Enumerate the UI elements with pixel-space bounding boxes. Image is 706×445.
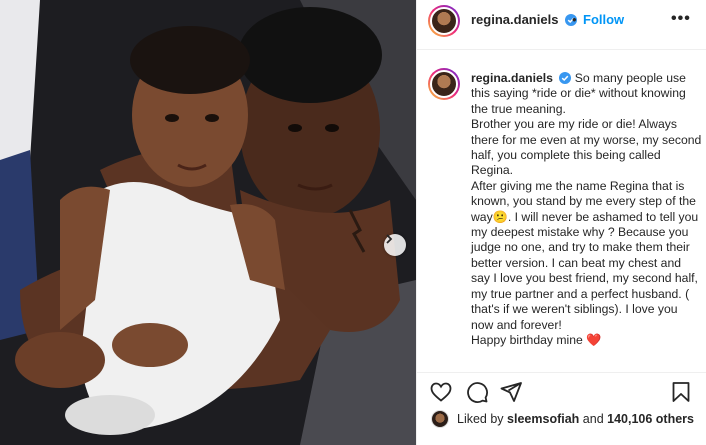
comment-icon[interactable] — [465, 380, 489, 404]
separator-dot: • — [572, 12, 577, 27]
caption-paragraph: Brother you are my ride or die! Always t… — [471, 117, 702, 178]
photo-illustration — [0, 0, 416, 445]
caption-text: regina.daniels So many people use this s… — [471, 71, 703, 348]
bookmark-icon[interactable] — [669, 380, 693, 404]
header-username[interactable]: regina.daniels — [471, 12, 558, 27]
likes-count[interactable]: 140,106 others — [607, 412, 694, 426]
likes-conjunction: and — [582, 412, 604, 426]
caption-username[interactable]: regina.daniels — [471, 71, 553, 85]
post-side-panel: regina.daniels • Follow ••• regina.danie… — [416, 0, 706, 445]
post-header: regina.daniels • Follow ••• — [417, 0, 706, 50]
caption-area: regina.daniels So many people use this s… — [417, 51, 706, 371]
verified-badge-icon — [559, 72, 572, 84]
liker-avatar[interactable] — [431, 410, 449, 428]
next-photo-button[interactable] — [384, 234, 406, 256]
heart-icon[interactable] — [429, 380, 453, 404]
likes-text: Liked by sleemsofiah and 140,106 others — [457, 412, 694, 426]
caption-paragraph: After giving me the name Regina that is … — [471, 178, 699, 332]
chevron-right-icon — [386, 234, 393, 244]
header-username-container: regina.daniels — [471, 12, 578, 27]
caption-line-1: regina.daniels So many people use this s… — [471, 71, 703, 117]
liker-username[interactable]: sleemsofiah — [507, 412, 579, 426]
instagram-post: regina.daniels • Follow ••• regina.danie… — [0, 0, 706, 445]
follow-button[interactable]: Follow — [583, 12, 624, 27]
post-photo[interactable] — [0, 0, 416, 445]
likes-prefix: Liked by — [457, 412, 504, 426]
more-options-icon[interactable]: ••• — [671, 10, 691, 28]
caption-paragraph: Happy birthday mine ❤️ — [471, 332, 602, 347]
likes-row: Liked by sleemsofiah and 140,106 others — [417, 402, 706, 438]
avatar[interactable] — [428, 5, 460, 37]
share-icon[interactable] — [499, 380, 523, 404]
caption-avatar[interactable] — [428, 68, 460, 100]
